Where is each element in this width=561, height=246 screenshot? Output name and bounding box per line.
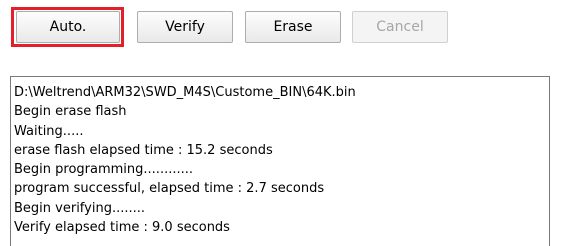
log-output[interactable]: D:\Weltrend\ARM32\SWD_M4S\Custome_BIN\64… bbox=[10, 76, 550, 246]
cancel-button[interactable]: Cancel bbox=[352, 11, 448, 43]
log-line: Waiting..... bbox=[14, 123, 84, 139]
log-line: program successful, elapsed time : 2.7 s… bbox=[14, 181, 325, 197]
verify-button[interactable]: Verify bbox=[137, 11, 233, 43]
log-line: Verify elapsed time : 9.0 seconds bbox=[14, 220, 230, 236]
log-line: Begin programming............ bbox=[14, 162, 193, 178]
erase-button[interactable]: Erase bbox=[245, 11, 341, 43]
log-line: Begin verifying........ bbox=[14, 200, 146, 216]
log-line: erase flash elapsed time : 15.2 seconds bbox=[14, 142, 273, 158]
programmer-panel: Auto. Verify Erase Cancel D:\Weltrend\AR… bbox=[0, 0, 561, 246]
log-line: Begin erase flash bbox=[14, 104, 127, 120]
auto-button[interactable]: Auto. bbox=[16, 11, 120, 43]
log-line: D:\Weltrend\ARM32\SWD_M4S\Custome_BIN\64… bbox=[14, 85, 356, 100]
